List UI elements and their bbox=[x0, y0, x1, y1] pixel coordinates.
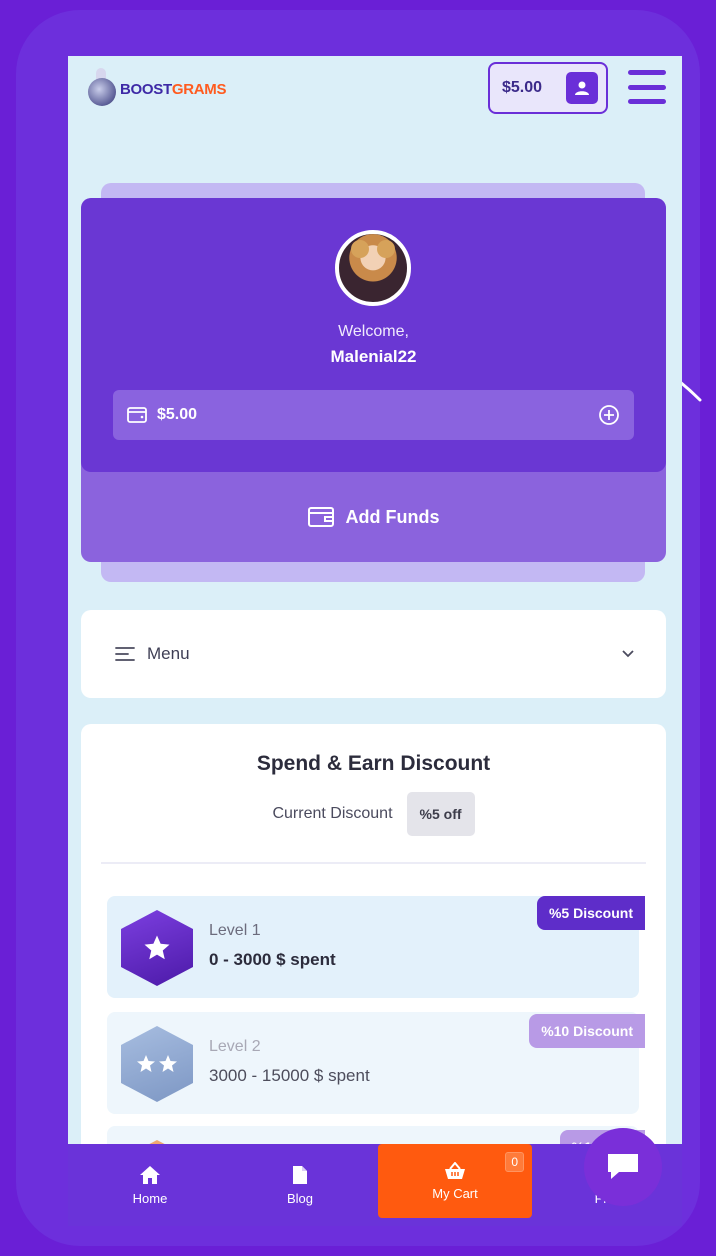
add-funds-button[interactable]: Add Funds bbox=[81, 472, 666, 562]
chat-bubble-icon bbox=[608, 1154, 638, 1179]
profile-card-header: Welcome, Malenial22 $5.00 bbox=[81, 198, 666, 472]
current-discount-label: Current Discount bbox=[272, 805, 393, 822]
nav-cart[interactable]: My Cart 0 bbox=[378, 1144, 532, 1218]
brand-logo[interactable]: BOOSTGRAMS bbox=[84, 66, 226, 112]
wallet-icon bbox=[307, 507, 334, 527]
app-screen: BOOSTGRAMS $5.00 Welcome, Malenial22 $5.… bbox=[68, 56, 682, 1226]
header-balance-amount: $5.00 bbox=[502, 79, 543, 96]
profile-card: Welcome, Malenial22 $5.00 Add Funds bbox=[81, 198, 666, 562]
welcome-text: Welcome, bbox=[338, 323, 409, 340]
level-item: Level 2 3000 - 15000 $ spent %10 Discoun… bbox=[107, 1012, 645, 1114]
level-range: 0 - 3000 $ spent bbox=[209, 950, 336, 969]
wallet-icon bbox=[127, 407, 147, 423]
plus-circle-icon[interactable] bbox=[598, 404, 620, 426]
logo-text-prefix: BOOST bbox=[120, 80, 172, 98]
basket-icon bbox=[445, 1161, 465, 1179]
cart-count-badge: 0 bbox=[505, 1152, 524, 1172]
wallet-balance-bar[interactable]: $5.00 bbox=[113, 390, 634, 440]
star-badge-icon bbox=[121, 910, 193, 986]
nav-home[interactable]: Home bbox=[108, 1144, 192, 1226]
two-star-badge-icon bbox=[121, 1026, 193, 1102]
current-discount-badge: %5 off bbox=[406, 792, 475, 836]
rocket-logo-icon bbox=[84, 66, 122, 112]
avatar[interactable] bbox=[335, 230, 411, 306]
home-icon bbox=[140, 1165, 160, 1184]
current-discount-row: Current Discount %5 off bbox=[81, 792, 666, 836]
nav-home-label: Home bbox=[132, 1190, 168, 1206]
nav-blog-label: Blog bbox=[286, 1190, 314, 1206]
level-item: Level 1 0 - 3000 $ spent %5 Discount bbox=[107, 896, 645, 998]
discount-title: Spend & Earn Discount bbox=[256, 752, 491, 775]
header-balance-button[interactable]: $5.00 bbox=[488, 62, 608, 114]
hamburger-menu-icon[interactable] bbox=[628, 70, 666, 104]
chat-button[interactable] bbox=[584, 1128, 662, 1206]
menu-lines-icon bbox=[115, 647, 135, 661]
wallet-balance-amount: $5.00 bbox=[157, 406, 198, 423]
username: Malenial22 bbox=[330, 347, 417, 366]
logo-text-suffix: GRAMS bbox=[171, 80, 227, 98]
level-name: Level 2 bbox=[209, 1038, 261, 1055]
menu-dropdown[interactable]: Menu bbox=[81, 610, 666, 698]
menu-label: Menu bbox=[147, 644, 190, 663]
level-range: 3000 - 15000 $ spent bbox=[209, 1066, 370, 1085]
user-icon[interactable] bbox=[566, 72, 598, 104]
divider bbox=[101, 862, 646, 864]
chevron-down-icon bbox=[622, 650, 634, 658]
add-funds-label: Add Funds bbox=[345, 506, 440, 527]
nav-cart-label: My Cart bbox=[432, 1185, 478, 1201]
level-name: Level 1 bbox=[209, 922, 261, 939]
document-icon bbox=[293, 1165, 307, 1184]
level-discount-tag: %5 Discount bbox=[536, 896, 645, 930]
level-discount-tag: %10 Discount bbox=[529, 1014, 645, 1048]
nav-blog[interactable]: Blog bbox=[258, 1144, 342, 1226]
